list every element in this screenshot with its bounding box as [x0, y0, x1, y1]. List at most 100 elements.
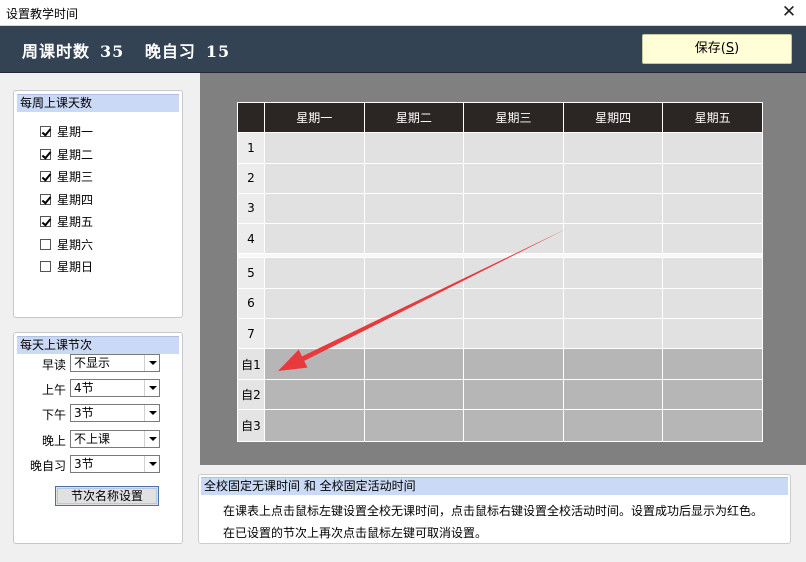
save-button-suffix: ) [734, 41, 740, 56]
grid-cell[interactable] [363, 287, 465, 319]
period-row: 下午 3节 [14, 404, 184, 424]
grid-cell[interactable] [463, 162, 564, 194]
grid-row: 7 [237, 317, 763, 350]
grid-cell[interactable] [662, 257, 763, 289]
grid-cell[interactable] [463, 408, 564, 443]
grid-cell[interactable] [363, 408, 465, 443]
grid-cell[interactable] [363, 348, 465, 381]
grid-cell[interactable] [463, 223, 564, 255]
grid-cell[interactable] [363, 379, 465, 410]
checkbox[interactable] [40, 261, 51, 272]
day-checkbox-row[interactable]: 星期二 [40, 146, 93, 164]
day-checkbox-row[interactable]: 星期四 [40, 191, 93, 209]
day-label: 星期五 [57, 215, 94, 229]
day-checkbox-row[interactable]: 星期日 [40, 258, 93, 276]
checkbox[interactable] [40, 149, 51, 160]
chevron-down-icon[interactable] [144, 355, 159, 371]
grid-cell[interactable] [463, 348, 564, 381]
title-bar: 设置教学时间 ✕ [0, 0, 806, 26]
daily-periods-group: 每天上课节次 早读 不显示 上午 4节 下午 3节 晚上 不上课 晚自习 3节 节次名称设置 [13, 332, 183, 544]
grid-row: 5 [237, 257, 763, 289]
period-select[interactable]: 不显示 [70, 354, 160, 372]
grid-cell[interactable] [662, 162, 763, 194]
checkbox[interactable] [40, 171, 51, 182]
grid-cell[interactable] [363, 162, 465, 194]
checkbox[interactable] [40, 194, 51, 205]
grid-cell[interactable] [562, 408, 664, 443]
checkbox[interactable] [40, 239, 51, 250]
grid-row-header: 自2 [237, 379, 265, 410]
grid-cell[interactable] [662, 223, 763, 255]
grid-cell[interactable] [363, 192, 465, 225]
grid-cell[interactable] [363, 223, 465, 255]
grid-row-header: 3 [237, 192, 265, 225]
grid-column-header: 星期五 [662, 101, 763, 134]
period-name-settings-button[interactable]: 节次名称设置 [55, 486, 159, 506]
grid-cell[interactable] [562, 287, 664, 319]
grid-cell[interactable] [264, 162, 365, 194]
period-select[interactable]: 4节 [70, 379, 160, 397]
period-row: 上午 4节 [14, 379, 184, 399]
grid-cell[interactable] [264, 348, 365, 381]
grid-cell[interactable] [264, 317, 365, 350]
grid-cell[interactable] [264, 132, 365, 164]
save-button[interactable]: 保存(S) [642, 34, 792, 64]
grid-cell[interactable] [662, 379, 763, 410]
grid-cell[interactable] [463, 257, 564, 289]
period-row: 早读 不显示 [14, 354, 184, 374]
grid-cell[interactable] [463, 379, 564, 410]
grid-cell[interactable] [264, 223, 365, 255]
grid-cell[interactable] [662, 317, 763, 350]
grid-cell[interactable] [463, 192, 564, 225]
grid-cell[interactable] [662, 287, 763, 319]
grid-cell[interactable] [562, 257, 664, 289]
grid-column-header: 星期二 [363, 101, 465, 134]
period-row: 晚自习 3节 [14, 455, 184, 475]
grid-cell[interactable] [562, 192, 664, 225]
grid-cell[interactable] [463, 132, 564, 164]
grid-cell[interactable] [562, 132, 664, 164]
grid-cell[interactable] [662, 192, 763, 225]
chevron-down-icon[interactable] [144, 380, 159, 396]
grid-cell[interactable] [662, 348, 763, 381]
notes-line-1: 在课表上点击鼠标左键设置全校无课时间，点击鼠标右键设置全校活动时间。设置成功后显… [223, 504, 764, 518]
grid-cell[interactable] [363, 317, 465, 350]
window-title: 设置教学时间 [6, 7, 79, 21]
period-select[interactable]: 3节 [70, 455, 160, 473]
grid-cell[interactable] [264, 192, 365, 225]
day-checkbox-row[interactable]: 星期六 [40, 236, 93, 254]
chevron-down-icon[interactable] [144, 456, 159, 472]
period-select[interactable]: 不上课 [70, 430, 160, 448]
period-select[interactable]: 3节 [70, 404, 160, 422]
grid-cell[interactable] [562, 317, 664, 350]
grid-row-header: 2 [237, 162, 265, 194]
grid-cell[interactable] [662, 132, 763, 164]
grid-cell[interactable] [562, 379, 664, 410]
grid-cell[interactable] [264, 287, 365, 319]
grid-cell[interactable] [264, 379, 365, 410]
grid-cell[interactable] [562, 223, 664, 255]
close-icon[interactable]: ✕ [772, 0, 806, 26]
grid-cell[interactable] [363, 132, 465, 164]
grid-corner [237, 101, 265, 134]
timetable-grid: 星期一 星期二 星期三 星期四 星期五 1 2 3 4 5 6 7 自1 自2 自3 [237, 101, 763, 443]
grid-cell[interactable] [662, 408, 763, 443]
day-checkbox-row[interactable]: 星期三 [40, 168, 93, 186]
grid-cell[interactable] [463, 317, 564, 350]
grid-row-header: 5 [237, 257, 265, 289]
weekly-hours-label: 周课时数 [22, 42, 91, 61]
day-checkbox-row[interactable]: 星期五 [40, 213, 93, 231]
grid-cell[interactable] [363, 257, 465, 289]
chevron-down-icon[interactable] [144, 405, 159, 421]
chevron-down-icon[interactable] [144, 431, 159, 447]
day-checkbox-row[interactable]: 星期一 [40, 123, 93, 141]
grid-cell[interactable] [562, 162, 664, 194]
grid-cell[interactable] [463, 287, 564, 319]
checkbox[interactable] [40, 216, 51, 227]
grid-cell[interactable] [264, 257, 365, 289]
grid-cell[interactable] [562, 348, 664, 381]
grid-row: 6 [237, 287, 763, 319]
checkbox[interactable] [40, 126, 51, 137]
grid-cell[interactable] [264, 408, 365, 443]
grid-row-header: 7 [237, 317, 265, 350]
